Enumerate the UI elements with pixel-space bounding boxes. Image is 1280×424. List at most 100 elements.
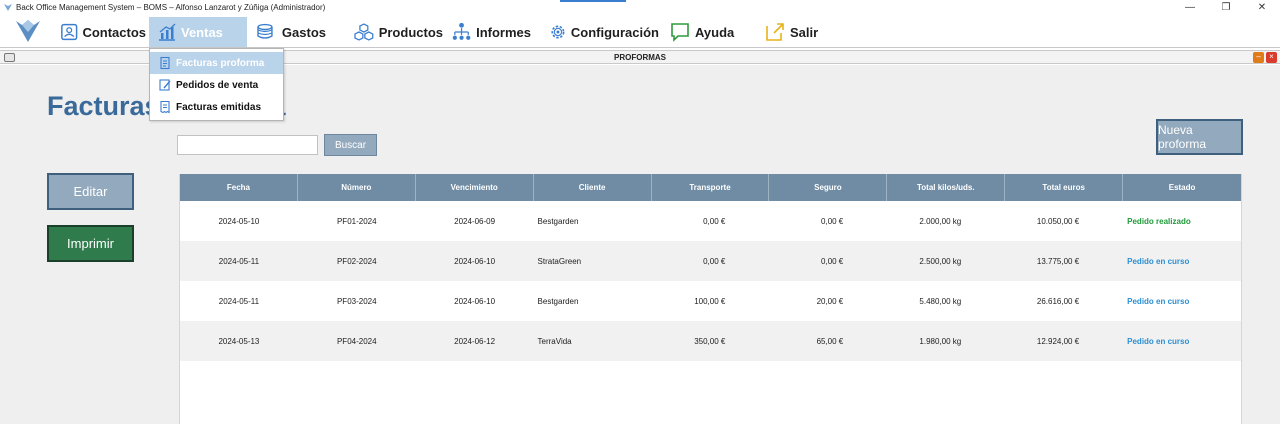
- column-header[interactable]: Número: [298, 174, 416, 201]
- gear-icon: [551, 25, 565, 39]
- cell-vencimiento: 2024-06-09: [454, 216, 496, 226]
- cell-transporte: 0,00 €: [703, 216, 726, 226]
- coins-icon: [257, 23, 273, 39]
- cell-seguro: 20,00 €: [816, 296, 844, 306]
- org-chart-icon: [452, 22, 471, 40]
- dropdown-label: Facturas proforma: [176, 57, 265, 69]
- menu-gastos[interactable]: Gastos: [256, 17, 326, 47]
- cell-transporte: 0,00 €: [703, 256, 726, 266]
- menu-label: Ayuda: [695, 24, 735, 40]
- document-icon: [160, 56, 170, 70]
- dropdown-item-facturas-proforma[interactable]: Facturas proforma: [150, 52, 283, 74]
- cell-vencimiento: 2024-06-10: [454, 256, 496, 266]
- cell-seguro: 0,00 €: [821, 216, 844, 226]
- window-title: Back Office Management System – BOMS – A…: [16, 2, 326, 12]
- menu-informes[interactable]: Informes: [451, 17, 531, 47]
- cell-total-euros: 26.616,00 €: [1036, 296, 1080, 306]
- new-proforma-button[interactable]: Nueva proforma: [1156, 119, 1243, 155]
- cell-total-euros: 10.050,00 €: [1036, 216, 1080, 226]
- window-titlebar: Back Office Management System – BOMS – A…: [0, 0, 1280, 14]
- cell-cliente: TerraVida: [537, 336, 572, 346]
- cell-cliente: Bestgarden: [537, 216, 579, 226]
- column-header[interactable]: Fecha: [180, 174, 298, 201]
- menu-productos[interactable]: Productos: [353, 17, 443, 47]
- menu-ayuda[interactable]: Ayuda: [669, 17, 741, 47]
- search-input[interactable]: [177, 135, 318, 155]
- menu-configuracion[interactable]: Configuración: [549, 17, 659, 47]
- cell-vencimiento: 2024-06-12: [454, 336, 496, 346]
- dropdown-label: Facturas emitidas: [176, 101, 262, 113]
- column-header[interactable]: Seguro: [769, 174, 888, 201]
- cell-total-euros: 12.924,00 €: [1036, 336, 1080, 346]
- dropdown-item-pedidos-venta[interactable]: Pedidos de venta: [150, 74, 283, 96]
- dropdown-item-facturas-emitidas[interactable]: Facturas emitidas: [150, 96, 283, 118]
- app-logo-icon: [4, 4, 12, 11]
- boms-logo-icon: [16, 20, 40, 42]
- menu-label: Salir: [790, 24, 819, 40]
- cell-transporte: 350,00 €: [694, 336, 726, 346]
- column-header[interactable]: Estado: [1123, 174, 1241, 201]
- cell-numero: PF03-2024: [336, 296, 377, 306]
- status-badge: Pedido realizado: [1127, 216, 1191, 226]
- sales-chart-icon: [159, 23, 176, 41]
- column-header[interactable]: Total kilos/uds.: [887, 174, 1006, 201]
- taskbar-accent: [560, 0, 626, 2]
- menu-ventas[interactable]: Ventas: [149, 17, 247, 47]
- cell-vencimiento: 2024-06-10: [454, 296, 496, 306]
- cell-total-kilos: 1.980,00 kg: [919, 336, 962, 346]
- minimize-button[interactable]: —: [1172, 0, 1208, 14]
- status-badge: Pedido en curso: [1127, 336, 1190, 346]
- cell-numero: PF02-2024: [336, 256, 377, 266]
- cell-cliente: Bestgarden: [537, 296, 579, 306]
- column-header[interactable]: Vencimiento: [416, 174, 534, 201]
- edit-button[interactable]: Editar: [47, 173, 134, 210]
- edit-document-icon: [159, 79, 171, 91]
- cell-total-kilos: 2.000,00 kg: [919, 216, 962, 226]
- chat-icon: [671, 23, 689, 42]
- cell-transporte: 100,00 €: [694, 296, 726, 306]
- cell-numero: PF01-2024: [336, 216, 377, 226]
- cell-fecha: 2024-05-11: [218, 256, 260, 266]
- status-badge: Pedido en curso: [1127, 296, 1190, 306]
- menu-contactos[interactable]: Contactos: [60, 17, 146, 47]
- cell-total-euros: 13.775,00 €: [1036, 256, 1080, 266]
- table-row[interactable]: 2024-05-13 PF04-2024 2024-06-12 TerraVid…: [180, 321, 1241, 361]
- table-row[interactable]: 2024-05-10 PF01-2024 2024-06-09 Bestgard…: [180, 201, 1241, 241]
- cell-fecha: 2024-05-11: [218, 296, 260, 306]
- cell-seguro: 65,00 €: [816, 336, 844, 346]
- ventas-dropdown: Facturas proforma Pedidos de venta Factu…: [149, 48, 284, 121]
- status-badge: Pedido en curso: [1127, 256, 1190, 266]
- cubes-icon: [354, 23, 374, 41]
- table-row[interactable]: 2024-05-11 PF03-2024 2024-06-10 Bestgard…: [180, 281, 1241, 321]
- cell-cliente: StrataGreen: [537, 256, 582, 266]
- menu-label: Ventas: [181, 24, 223, 40]
- maximize-button[interactable]: ❐: [1208, 0, 1244, 14]
- column-header[interactable]: Transporte: [652, 174, 770, 201]
- receipt-icon: [160, 100, 170, 114]
- column-header[interactable]: Cliente: [534, 174, 652, 201]
- inner-window-close-button[interactable]: ×: [1266, 52, 1277, 63]
- main-menubar: Contactos Ventas Gastos Productos Inform…: [0, 14, 1280, 48]
- menu-label: Gastos: [281, 24, 326, 40]
- table-row[interactable]: 2024-05-11 PF02-2024 2024-06-10 StrataGr…: [180, 241, 1241, 281]
- menu-salir[interactable]: Salir: [764, 17, 824, 47]
- cell-numero: PF04-2024: [336, 336, 377, 346]
- menu-label: Contactos: [82, 24, 146, 40]
- cell-total-kilos: 2.500,00 kg: [919, 256, 962, 266]
- dropdown-label: Pedidos de venta: [176, 79, 259, 91]
- cell-seguro: 0,00 €: [821, 256, 844, 266]
- contacts-icon: [61, 23, 78, 41]
- column-header[interactable]: Total euros: [1005, 174, 1124, 201]
- close-button[interactable]: ✕: [1244, 0, 1280, 14]
- proformas-table: Fecha Número Vencimiento Cliente Transpo…: [179, 174, 1242, 424]
- cell-fecha: 2024-05-13: [218, 336, 260, 346]
- cell-fecha: 2024-05-10: [218, 216, 260, 226]
- search-button[interactable]: Buscar: [324, 134, 377, 156]
- menu-label: Informes: [476, 24, 531, 40]
- print-button[interactable]: Imprimir: [47, 225, 134, 262]
- table-header: Fecha Número Vencimiento Cliente Transpo…: [180, 174, 1241, 201]
- menu-label: Configuración: [570, 24, 659, 40]
- menu-label: Productos: [378, 24, 443, 40]
- exit-icon: [766, 23, 784, 41]
- inner-window-minimize-button[interactable]: –: [1253, 52, 1264, 63]
